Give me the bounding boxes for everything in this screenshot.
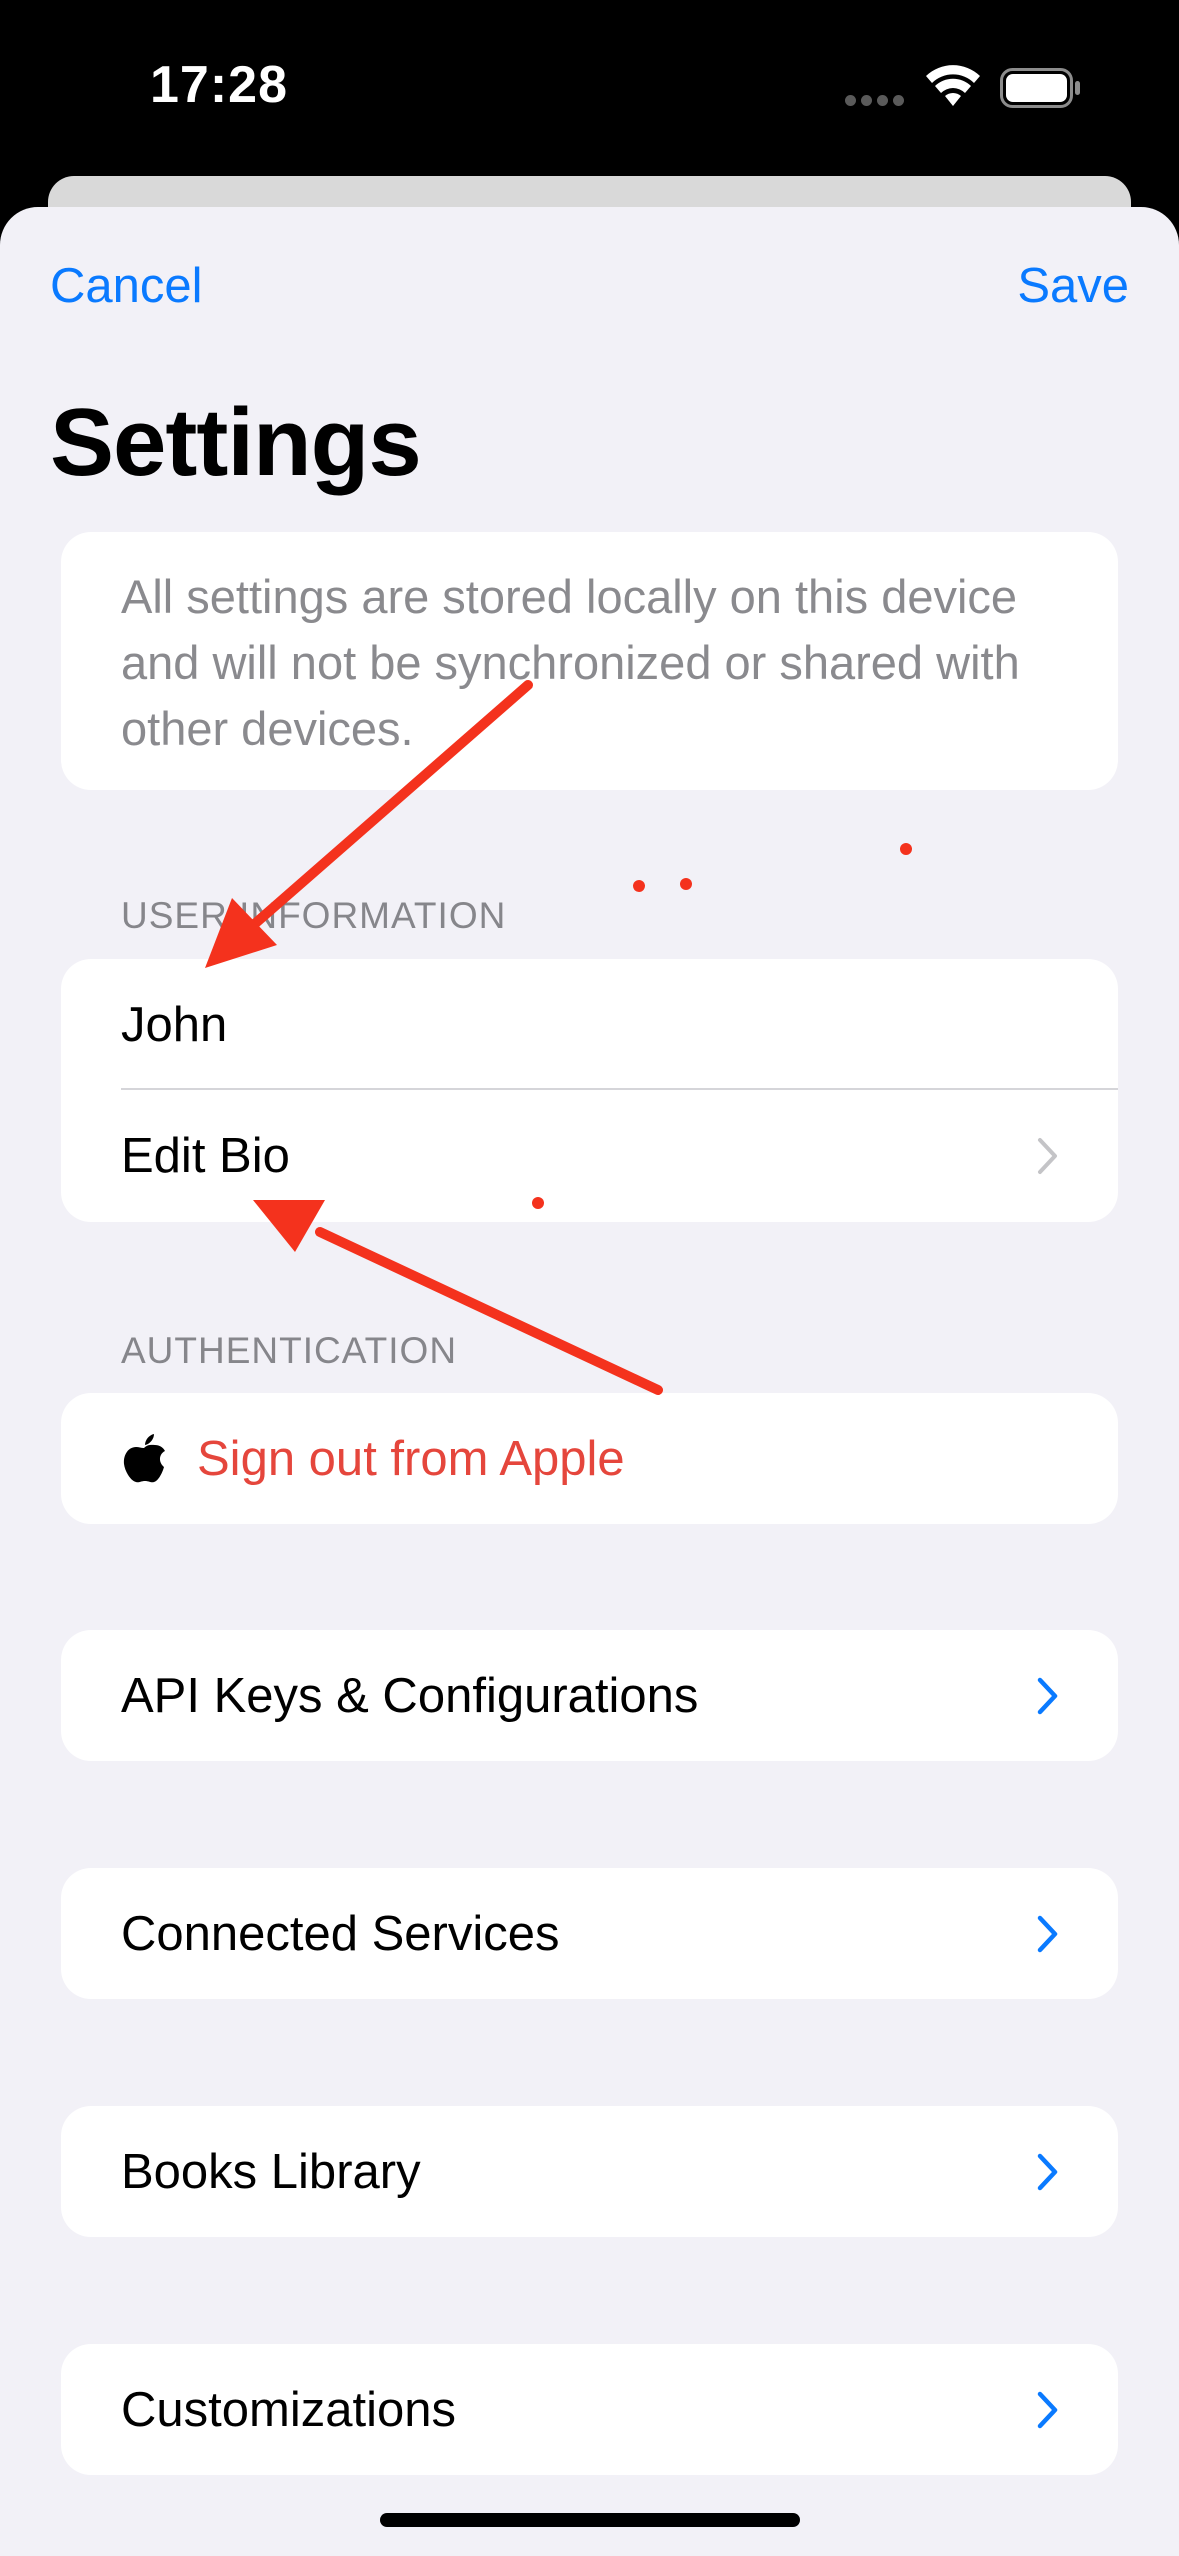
chevron-right-icon xyxy=(1037,1677,1058,1714)
cellular-signal-icon xyxy=(845,95,905,107)
customizations-card: Customizations xyxy=(61,2344,1118,2475)
section-header-authentication: AUTHENTICATION xyxy=(121,1330,458,1371)
customizations-label: Customizations xyxy=(121,2382,456,2437)
customizations-row[interactable]: Customizations xyxy=(61,2344,1118,2475)
save-button[interactable]: Save xyxy=(1017,258,1129,314)
connected-services-label: Connected Services xyxy=(121,1906,560,1961)
edit-bio-label: Edit Bio xyxy=(121,1128,290,1183)
books-library-card: Books Library xyxy=(61,2106,1118,2237)
status-time: 17:28 xyxy=(150,56,288,114)
connected-services-row[interactable]: Connected Services xyxy=(61,1868,1118,1999)
info-text: All settings are stored locally on this … xyxy=(121,570,1020,755)
user-information-card: John Edit Bio xyxy=(61,959,1118,1222)
api-keys-label: API Keys & Configurations xyxy=(121,1668,699,1723)
apple-logo-icon xyxy=(123,1433,165,1482)
cancel-button[interactable]: Cancel xyxy=(50,258,203,314)
books-library-row[interactable]: Books Library xyxy=(61,2106,1118,2237)
chevron-right-icon xyxy=(1037,2153,1058,2190)
home-indicator xyxy=(380,2513,800,2527)
page-title: Settings xyxy=(50,389,422,496)
battery-icon xyxy=(1000,68,1080,108)
sign-out-apple-button[interactable]: Sign out from Apple xyxy=(61,1393,1118,1524)
section-header-user-information: USER INFORMATION xyxy=(121,895,507,936)
name-value[interactable]: John xyxy=(121,997,1060,1053)
sign-out-label: Sign out from Apple xyxy=(197,1431,625,1486)
api-keys-card: API Keys & Configurations xyxy=(61,1630,1118,1761)
wifi-icon xyxy=(926,65,980,106)
chevron-right-icon xyxy=(1037,1915,1058,1952)
edit-bio-row[interactable]: Edit Bio xyxy=(61,1090,1118,1221)
api-keys-row[interactable]: API Keys & Configurations xyxy=(61,1630,1118,1761)
books-library-label: Books Library xyxy=(121,2144,421,2199)
screen: 17:28 Cancel Save Settings All settings … xyxy=(0,0,1179,2556)
name-field[interactable]: John xyxy=(61,959,1118,1090)
status-bar: 17:28 xyxy=(0,0,1179,170)
connected-services-card: Connected Services xyxy=(61,1868,1118,1999)
info-card: All settings are stored locally on this … xyxy=(61,532,1118,790)
chevron-right-icon xyxy=(1038,1137,1057,1174)
authentication-card: Sign out from Apple xyxy=(61,1393,1118,1524)
chevron-right-icon xyxy=(1037,2391,1058,2428)
